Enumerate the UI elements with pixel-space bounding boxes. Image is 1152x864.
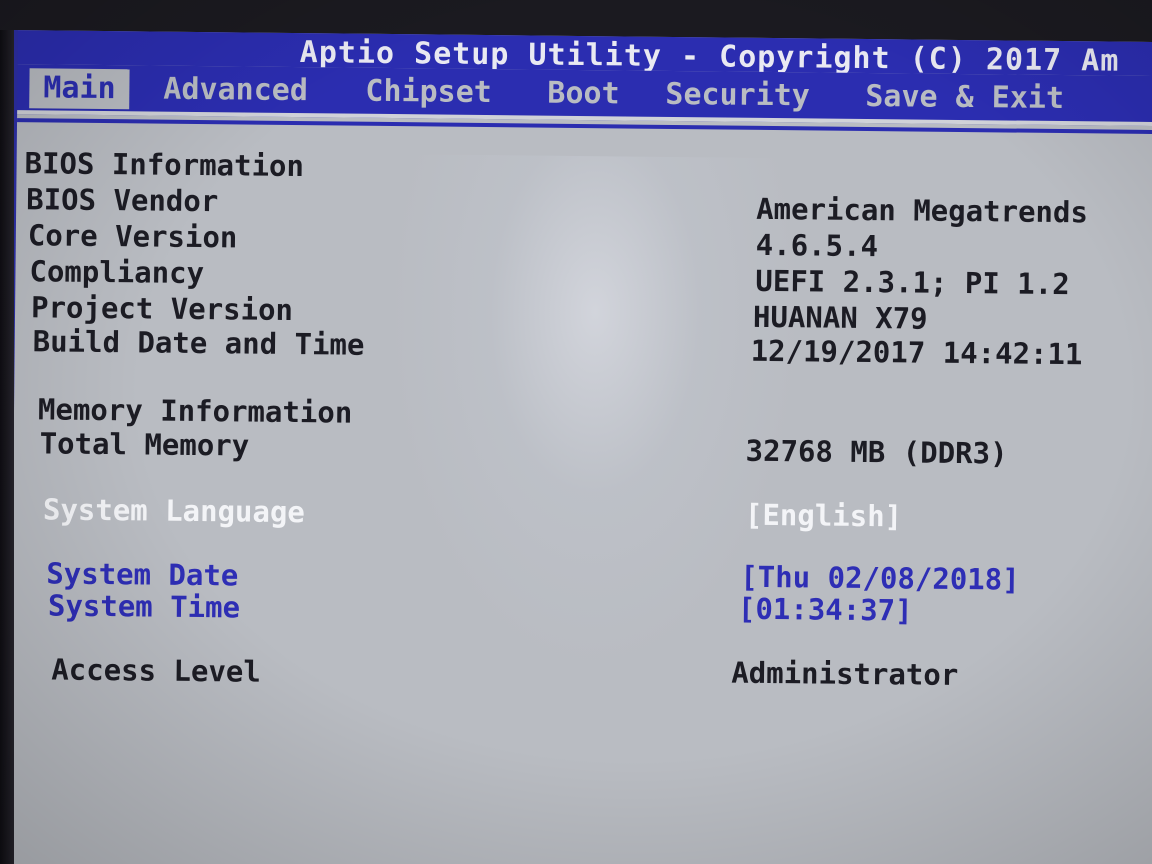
system-language-row[interactable]: System Language [English] [43,492,1152,540]
compliancy-label: Compliancy [29,254,205,291]
tab-advanced[interactable]: Advanced [163,70,308,112]
system-time-label[interactable]: System Time [48,588,240,624]
tab-boot[interactable]: Boot [547,74,620,115]
section-heading: Memory Information [37,392,353,430]
build-date-label: Build Date and Time [32,324,365,362]
bios-setup-window: Aptio Setup Utility - Copyright (C) 2017… [0,30,1152,864]
bios-vendor-label: BIOS Vendor [26,182,219,219]
monitor-bezel [0,30,14,864]
total-memory-label: Total Memory [39,426,250,463]
access-level-value: Administrator [731,655,959,692]
monitor-screen: Aptio Setup Utility - Copyright (C) 2017… [0,0,1152,864]
system-language-label[interactable]: System Language [43,492,305,529]
system-date-label[interactable]: System Date [46,556,238,592]
access-level-row: Access Level Administrator [51,652,1152,700]
tab-main[interactable]: Main [29,68,130,110]
build-date-value: 12/19/2017 14:42:11 [750,333,1083,372]
menu-bar: Main Advanced Chipset Boot Security Save… [7,63,1152,127]
bios-info-heading: BIOS Information [24,146,304,183]
compliancy-value: UEFI 2.3.1; PI 1.2 [755,263,1070,302]
system-language-value[interactable]: [English] [745,498,902,534]
tab-chipset[interactable]: Chipset [365,72,492,113]
access-level-label: Access Level [51,652,261,689]
section-heading: BIOS Information [24,146,305,184]
project-version-label: Project Version [30,290,294,327]
memory-info-heading: Memory Information [38,392,353,429]
system-date-value[interactable]: [Thu 02/08/2018] [740,560,1020,597]
total-memory-row: Total Memory 32768 MB (DDR3) [39,426,1152,474]
system-time-value[interactable]: [01:34:37] [738,592,913,628]
tab-save-exit[interactable]: Save & Exit [865,77,1064,119]
total-memory-value: 32768 MB (DDR3) [745,433,1008,471]
project-version-value: HUANAN X79 [752,299,928,336]
bios-vendor-value: American Megatrends [755,191,1089,230]
core-version-value: 4.6.5.4 [755,227,879,264]
core-version-label: Core Version [27,218,238,255]
tab-security[interactable]: Security [665,75,810,117]
